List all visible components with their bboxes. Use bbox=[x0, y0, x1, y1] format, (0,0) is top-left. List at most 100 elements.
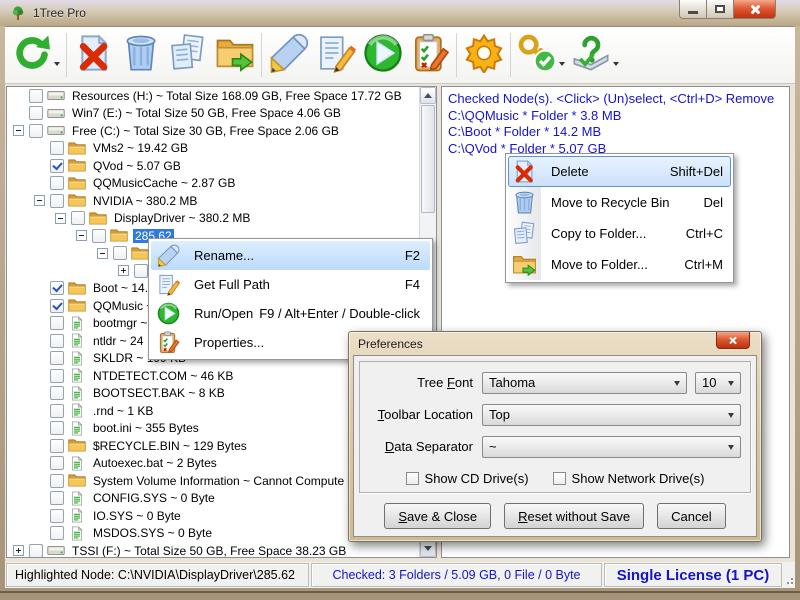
edit-document-button[interactable] bbox=[312, 29, 359, 81]
checkbox[interactable] bbox=[50, 281, 64, 295]
refresh-button[interactable] bbox=[9, 29, 63, 81]
show-cd-drives-checkbox[interactable] bbox=[406, 472, 419, 485]
file-icon bbox=[68, 315, 87, 331]
checkbox[interactable] bbox=[134, 264, 148, 278]
menu-item-run-open[interactable]: Run/OpenF9 / Alt+Enter / Double-click bbox=[151, 299, 430, 328]
label-part: oolbar Location bbox=[384, 407, 473, 422]
folder-icon bbox=[68, 193, 87, 209]
close-button[interactable] bbox=[734, 0, 776, 19]
checkbox[interactable] bbox=[50, 386, 64, 400]
toolbar-separator bbox=[456, 33, 457, 77]
help-button[interactable] bbox=[568, 29, 622, 81]
checked-item[interactable]: C:\QQMusic * Folder * 3.8 MB bbox=[448, 108, 783, 125]
tree-row[interactable]: Free (C:) ~ Total Size 30 GB, Free Space… bbox=[7, 122, 419, 140]
move-folder-button[interactable] bbox=[211, 29, 258, 81]
maximize-button[interactable] bbox=[707, 0, 734, 19]
font-size-value: 10 bbox=[696, 375, 728, 390]
folder-icon bbox=[68, 438, 87, 454]
checkbox[interactable] bbox=[50, 141, 64, 155]
expander-toggle[interactable] bbox=[34, 195, 45, 206]
properties-button[interactable] bbox=[406, 29, 453, 81]
run-button[interactable] bbox=[359, 29, 406, 81]
delete-button[interactable] bbox=[70, 29, 117, 81]
checkbox[interactable] bbox=[92, 229, 106, 243]
menu-item-move-to-recycle-bin[interactable]: Move to Recycle BinDel bbox=[508, 187, 731, 218]
checkbox[interactable] bbox=[50, 421, 64, 435]
checkbox[interactable] bbox=[50, 334, 64, 348]
checkbox[interactable] bbox=[29, 89, 43, 103]
expander-toggle[interactable] bbox=[13, 125, 24, 136]
menu-item-move-to-folder[interactable]: Move to Folder...Ctrl+M bbox=[508, 249, 731, 280]
checkbox[interactable] bbox=[50, 474, 64, 488]
settings-gear-button[interactable] bbox=[460, 29, 507, 81]
tree-font-select[interactable]: Tahoma bbox=[482, 372, 687, 394]
tree-row[interactable]: Win7 (E:) ~ Total Size 50 GB, Free Space… bbox=[7, 105, 419, 123]
checkbox[interactable] bbox=[29, 544, 43, 557]
tree-row[interactable]: TSSI (F:) ~ Total Size 50 GB, Free Space… bbox=[7, 542, 419, 557]
checkbox[interactable] bbox=[50, 491, 64, 505]
expander-toggle[interactable] bbox=[118, 265, 129, 276]
checkbox[interactable] bbox=[50, 351, 64, 365]
dialog-close-button[interactable] bbox=[716, 332, 750, 349]
tree-row[interactable]: DisplayDriver ~ 380.2 MB bbox=[7, 210, 419, 228]
toolbar-location-select[interactable]: Top bbox=[482, 404, 741, 426]
checkbox[interactable] bbox=[50, 439, 64, 453]
dialog-title-bar[interactable]: Preferences bbox=[353, 332, 757, 355]
checkbox[interactable] bbox=[50, 299, 64, 313]
menu-item-rename[interactable]: Rename...F2 bbox=[151, 241, 430, 270]
recycle-bin-button[interactable] bbox=[117, 29, 164, 81]
checkbox[interactable] bbox=[50, 404, 64, 418]
menu-item-get-full-path[interactable]: Get Full PathF4 bbox=[151, 270, 430, 299]
file-icon bbox=[68, 385, 87, 401]
title-bar[interactable]: 1Tree Pro bbox=[0, 0, 800, 26]
checkbox[interactable] bbox=[50, 369, 64, 383]
menu-item-copy-to-folder[interactable]: Copy to Folder...Ctrl+C bbox=[508, 218, 731, 249]
expander-toggle[interactable] bbox=[97, 248, 108, 259]
minimize-button[interactable] bbox=[679, 0, 707, 19]
expander-toggle[interactable] bbox=[55, 213, 66, 224]
checkbox[interactable] bbox=[50, 526, 64, 540]
show-network-drives-label: Show Network Drive(s) bbox=[572, 471, 705, 486]
checkbox[interactable] bbox=[29, 106, 43, 120]
expander-toggle[interactable] bbox=[76, 230, 87, 241]
scroll-down-button[interactable] bbox=[420, 540, 436, 557]
copy-button[interactable] bbox=[164, 29, 211, 81]
tree-row[interactable]: QQMusicCache ~ 2.87 GB bbox=[7, 175, 419, 193]
menu-item-label: Run/Open bbox=[194, 306, 253, 321]
font-size-select[interactable]: 10 bbox=[695, 372, 741, 394]
menu-shortcut: F4 bbox=[405, 277, 420, 292]
scroll-up-button[interactable] bbox=[420, 87, 436, 104]
checkbox[interactable] bbox=[29, 124, 43, 138]
chevron-down-icon bbox=[728, 381, 734, 389]
checkbox[interactable] bbox=[50, 159, 64, 173]
scrollbar-thumb[interactable] bbox=[421, 105, 435, 213]
checked-item[interactable]: C:\Boot * Folder * 14.2 MB bbox=[448, 124, 783, 141]
drive-icon bbox=[47, 543, 66, 557]
tree-row[interactable]: QVod ~ 5.07 GB bbox=[7, 157, 419, 175]
save-close-button[interactable]: Save & Close bbox=[384, 503, 491, 529]
cancel-button[interactable]: Cancel bbox=[657, 503, 725, 529]
reset-without-save-button[interactable]: Reset without Save bbox=[504, 503, 644, 529]
status-highlighted-node: Highlighted Node: C:\NVIDIA\DisplayDrive… bbox=[6, 563, 309, 587]
chevron-down-icon bbox=[674, 381, 680, 389]
checkbox[interactable] bbox=[113, 246, 127, 260]
checkbox[interactable] bbox=[50, 509, 64, 523]
checkbox[interactable] bbox=[50, 194, 64, 208]
expander-toggle[interactable] bbox=[13, 545, 24, 556]
data-separator-select[interactable]: ~ bbox=[482, 436, 741, 458]
rename-pen-button[interactable] bbox=[265, 29, 312, 81]
menu-item-delete[interactable]: DeleteShift+Del bbox=[508, 156, 731, 187]
tree-row[interactable]: Resources (H:) ~ Total Size 168.09 GB, F… bbox=[7, 87, 419, 105]
checkbox[interactable] bbox=[50, 316, 64, 330]
resize-grip[interactable] bbox=[784, 563, 794, 587]
tree-row[interactable]: NVIDIA ~ 380.2 MB bbox=[7, 192, 419, 210]
tree-item-label: QVod ~ 5.07 GB bbox=[91, 159, 183, 173]
run-icon bbox=[363, 33, 403, 78]
tree-row[interactable]: VMs2 ~ 19.42 GB bbox=[7, 140, 419, 158]
show-network-drives-checkbox[interactable] bbox=[553, 472, 566, 485]
app-tree-icon bbox=[10, 5, 26, 21]
checkbox[interactable] bbox=[50, 456, 64, 470]
checkbox[interactable] bbox=[71, 211, 85, 225]
checkbox[interactable] bbox=[50, 176, 64, 190]
license-key-button[interactable] bbox=[514, 29, 568, 81]
